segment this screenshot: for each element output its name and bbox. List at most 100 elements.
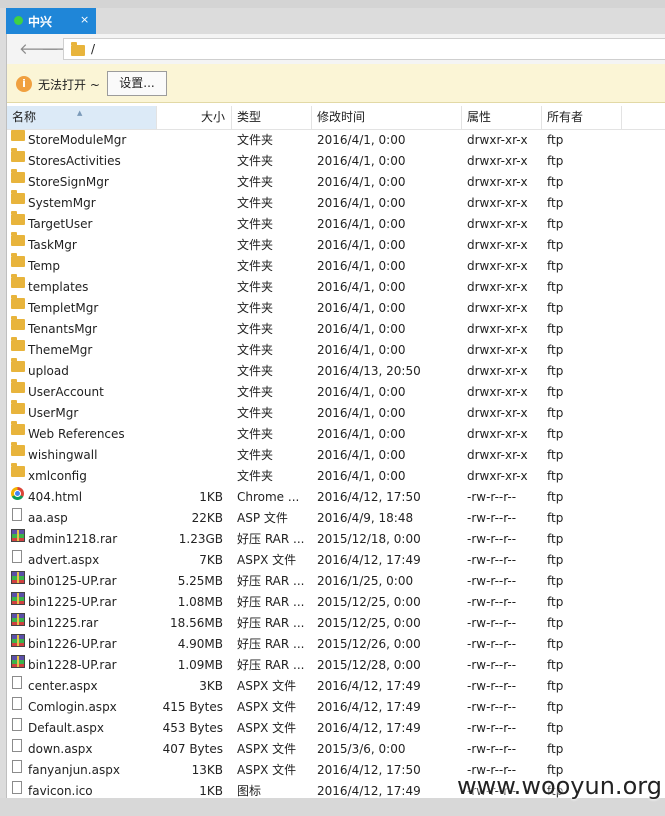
file-type: ASPX 文件 <box>237 742 297 756</box>
tab-close-icon[interactable]: × <box>80 13 89 26</box>
file-modified: 2015/12/25, 0:00 <box>317 616 421 630</box>
file-type: 文件夹 <box>237 343 274 357</box>
file-type: ASP 文件 <box>237 511 288 525</box>
back-arrow-icon[interactable]: 🡐 <box>19 41 59 57</box>
file-row[interactable]: center.aspx 3KB ASPX 文件 2016/4/12, 17:49 -rw… <box>7 676 665 697</box>
file-row[interactable]: TaskMgr 文件夹 2016/4/1, 0:00 drwxr-xr-x ftp <box>7 232 665 256</box>
tab-zhongxing[interactable]: 中兴 × <box>6 8 96 34</box>
file-row[interactable]: bin1225.rar 18.56MB 好压 RAR ... 2015/12/25, … <box>7 613 665 634</box>
file-attributes: drwxr-xr-x <box>467 133 528 147</box>
file-name: SystemMgr <box>28 196 96 210</box>
file-row[interactable]: xmlconfig 文件夹 2016/4/1, 0:00 drwxr-xr-x ftp <box>7 463 665 487</box>
file-attributes: -rw-r--r-- <box>467 532 517 546</box>
file-row[interactable]: Web References 文件夹 2016/4/1, 0:00 drwxr-xr-… <box>7 421 665 445</box>
file-name: advert.aspx <box>28 553 100 567</box>
file-attributes: -rw-r--r-- <box>467 616 517 630</box>
file-attributes: -rw-r--r-- <box>467 595 517 609</box>
file-row[interactable]: UserMgr 文件夹 2016/4/1, 0:00 drwxr-xr-x ftp <box>7 400 665 424</box>
info-icon: i <box>16 76 32 92</box>
file-row[interactable]: bin0125-UP.rar 5.25MB 好压 RAR ... 2016/1/25,… <box>7 571 665 592</box>
file-row[interactable]: TempletMgr 文件夹 2016/4/1, 0:00 drwxr-xr-x ftp <box>7 295 665 319</box>
file-row[interactable]: bin1225-UP.rar 1.08MB 好压 RAR ... 2015/12/25… <box>7 592 665 613</box>
file-owner: ftp <box>547 280 564 294</box>
folder-icon <box>11 295 25 309</box>
file-row[interactable]: TenantsMgr 文件夹 2016/4/1, 0:00 drwxr-xr-x ftp <box>7 316 665 340</box>
file-size: 22KB <box>191 511 223 525</box>
info-bar: i 无法打开 ~ 设置... <box>7 64 665 103</box>
file-type: 好压 RAR ... <box>237 637 305 651</box>
column-header-owner[interactable]: 所有者 <box>542 106 622 129</box>
file-type: 文件夹 <box>237 469 274 483</box>
file-row[interactable]: Default.aspx 453 Bytes ASPX 文件 2016/4/12, 1… <box>7 718 665 739</box>
file-owner: ftp <box>547 511 564 525</box>
file-modified: 2016/4/12, 17:49 <box>317 553 421 567</box>
file-modified: 2016/4/1, 0:00 <box>317 238 406 252</box>
file-name: Comlogin.aspx <box>28 700 117 714</box>
file-owner: ftp <box>547 196 564 210</box>
address-bar: 🡐 🡒 / <box>7 34 665 65</box>
file-owner: ftp <box>547 175 564 189</box>
file-name: Temp <box>28 259 60 273</box>
folder-icon <box>11 400 25 414</box>
file-row[interactable]: bin1226-UP.rar 4.90MB 好压 RAR ... 2015/12/26… <box>7 634 665 655</box>
file-size: 1KB <box>199 784 223 798</box>
file-modified: 2016/4/13, 20:50 <box>317 364 421 378</box>
column-header-name[interactable]: ▲ 名称 <box>7 106 156 129</box>
file-type: ASPX 文件 <box>237 763 297 777</box>
file-row[interactable]: advert.aspx 7KB ASPX 文件 2016/4/12, 17:49 -rw… <box>7 550 665 571</box>
file-name: TaskMgr <box>28 238 77 252</box>
file-type: ASPX 文件 <box>237 553 297 567</box>
file-modified: 2016/4/12, 17:50 <box>317 763 421 777</box>
file-row[interactable]: TargetUser 文件夹 2016/4/1, 0:00 drwxr-xr-x ftp <box>7 211 665 235</box>
file-owner: ftp <box>547 532 564 546</box>
tab-title: 中兴 <box>28 15 53 29</box>
folder-icon <box>11 169 25 183</box>
file-name: xmlconfig <box>28 469 87 483</box>
folder-icon <box>11 337 25 351</box>
file-type: 好压 RAR ... <box>237 532 305 546</box>
file-type: 好压 RAR ... <box>237 574 305 588</box>
file-owner: ftp <box>547 301 564 315</box>
file-row[interactable]: bin1228-UP.rar 1.09MB 好压 RAR ... 2015/12/28… <box>7 655 665 676</box>
file-name: aa.asp <box>28 511 68 525</box>
column-header-size[interactable]: 大小 <box>157 106 231 129</box>
file-row[interactable]: upload 文件夹 2016/4/13, 20:50 drwxr-xr-x ftp <box>7 358 665 382</box>
file-row[interactable]: StoreModuleMgr 文件夹 2016/4/1, 0:00 drwxr-xr-… <box>7 130 665 151</box>
connection-status-icon <box>14 16 23 25</box>
file-row[interactable]: templates 文件夹 2016/4/1, 0:00 drwxr-xr-x ftp <box>7 274 665 298</box>
settings-button[interactable]: 设置... <box>107 71 167 96</box>
file-row[interactable]: SystemMgr 文件夹 2016/4/1, 0:00 drwxr-xr-x ftp <box>7 190 665 214</box>
file-owner: ftp <box>547 469 564 483</box>
forward-arrow-icon[interactable]: 🡒 <box>41 41 81 57</box>
column-header-attributes[interactable]: 属性 <box>462 106 542 129</box>
file-row[interactable]: ThemeMgr 文件夹 2016/4/1, 0:00 drwxr-xr-x ftp <box>7 337 665 361</box>
file-name: bin1225.rar <box>28 616 99 630</box>
file-size: 7KB <box>199 553 223 567</box>
file-row[interactable]: StoreSignMgr 文件夹 2016/4/1, 0:00 drwxr-xr-x f… <box>7 169 665 193</box>
file-size: 407 Bytes <box>162 742 223 756</box>
file-row[interactable]: admin1218.rar 1.23GB 好压 RAR ... 2015/12/18,… <box>7 529 665 550</box>
file-attributes: drwxr-xr-x <box>467 364 528 378</box>
file-attributes: drwxr-xr-x <box>467 427 528 441</box>
rar-archive-icon <box>11 571 25 584</box>
file-name: Default.aspx <box>28 721 104 735</box>
file-attributes: drwxr-xr-x <box>467 322 528 336</box>
file-modified: 2016/4/1, 0:00 <box>317 154 406 168</box>
path-input[interactable]: / <box>63 38 665 60</box>
column-divider[interactable] <box>621 106 622 129</box>
column-header-type[interactable]: 类型 <box>232 106 312 129</box>
watermark: www.wooyun.org <box>457 772 662 800</box>
title-strip <box>0 0 665 8</box>
file-row[interactable]: UserAccount 文件夹 2016/4/1, 0:00 drwxr-xr-x ft… <box>7 379 665 403</box>
file-size: 1.09MB <box>177 658 223 672</box>
file-row[interactable]: down.aspx 407 Bytes ASPX 文件 2015/3/6, 0:00 -… <box>7 739 665 760</box>
file-row[interactable]: StoresActivities 文件夹 2016/4/1, 0:00 drwxr-x… <box>7 148 665 172</box>
file-row[interactable]: aa.asp 22KB ASP 文件 2016/4/9, 18:48 -rw-r--r-… <box>7 508 665 529</box>
file-row[interactable]: Temp 文件夹 2016/4/1, 0:00 drwxr-xr-x ftp <box>7 253 665 277</box>
file-attributes: -rw-r--r-- <box>467 742 517 756</box>
file-row[interactable]: Comlogin.aspx 415 Bytes ASPX 文件 2016/4/12, … <box>7 697 665 718</box>
file-row[interactable]: 404.html 1KB Chrome ... 2016/4/12, 17:50 -rw… <box>7 487 665 508</box>
column-header-modified[interactable]: 修改时间 <box>312 106 462 129</box>
file-modified: 2016/4/1, 0:00 <box>317 301 406 315</box>
file-row[interactable]: wishingwall 文件夹 2016/4/1, 0:00 drwxr-xr-x ft… <box>7 442 665 466</box>
